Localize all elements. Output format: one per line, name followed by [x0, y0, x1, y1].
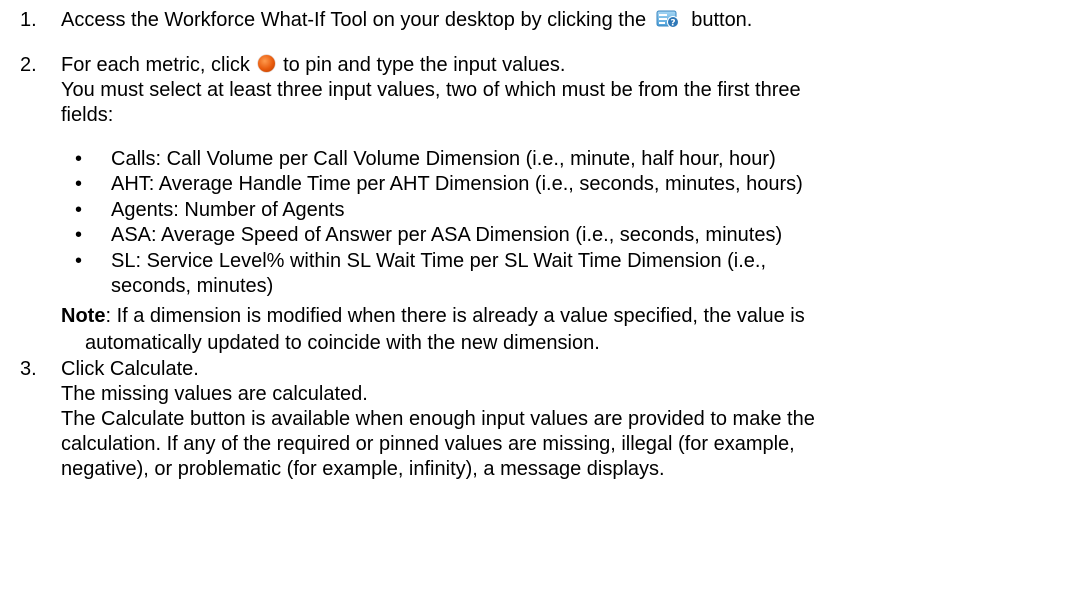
- bullet-dot: •: [75, 173, 83, 195]
- note-label: Note: [61, 305, 106, 327]
- step-3-line-1: Click Calculate.: [61, 358, 199, 380]
- bullet-dot: •: [75, 148, 83, 170]
- step-2-number: 2.: [20, 54, 37, 76]
- step-1-text-part-1: Access the Workforce What-If Tool on you…: [61, 9, 647, 31]
- step-2-text: For each metric, click to pin and type t…: [61, 53, 565, 77]
- bullet-dot: •: [75, 224, 83, 246]
- bullet-dot: •: [75, 199, 83, 221]
- bullet-calls: Calls: Call Volume per Call Volume Dimen…: [111, 148, 776, 170]
- step-3-line-3: The Calculate button is available when e…: [61, 408, 815, 430]
- svg-text:?: ?: [670, 18, 675, 28]
- step-3-number: 3.: [20, 358, 37, 380]
- step-1-text: Access the Workforce What-If Tool on you…: [61, 8, 752, 32]
- step-3-line-4: calculation. If any of the required or p…: [61, 433, 795, 455]
- bullet-aht: AHT: Average Handle Time per AHT Dimensi…: [111, 173, 803, 195]
- bullet-dot: •: [75, 250, 83, 272]
- step-2-line-3: fields:: [61, 104, 114, 126]
- pin-icon[interactable]: [257, 55, 275, 73]
- step-1-text-part-2: button.: [691, 9, 753, 31]
- step-2-line-2: You must select at least three input val…: [61, 79, 801, 101]
- bullet-sl: SL: Service Level% within SL Wait Time p…: [111, 250, 767, 272]
- step-2-text-part-1: For each metric, click: [61, 54, 250, 76]
- instructions-document: 1. Access the Workforce What-If Tool on …: [0, 0, 1065, 607]
- step-3-line-2: The missing values are calculated.: [61, 383, 368, 405]
- bullet-sl-continued: seconds, minutes): [111, 275, 274, 297]
- step-3-line-5: negative), or problematic (for example, …: [61, 458, 665, 480]
- note-text: : If a dimension is modified when there …: [105, 305, 805, 327]
- bullet-agents: Agents: Number of Agents: [111, 199, 345, 221]
- step-1-number: 1.: [20, 9, 37, 31]
- note-text-continued: automatically updated to coincide with t…: [85, 332, 600, 354]
- note-paragraph: Note: If a dimension is modified when th…: [61, 304, 805, 328]
- bullet-asa: ASA: Average Speed of Answer per ASA Dim…: [111, 224, 783, 246]
- step-2-text-part-2: to pin and type the input values.: [283, 54, 566, 76]
- workforce-what-if-tool-icon[interactable]: ?: [656, 9, 680, 29]
